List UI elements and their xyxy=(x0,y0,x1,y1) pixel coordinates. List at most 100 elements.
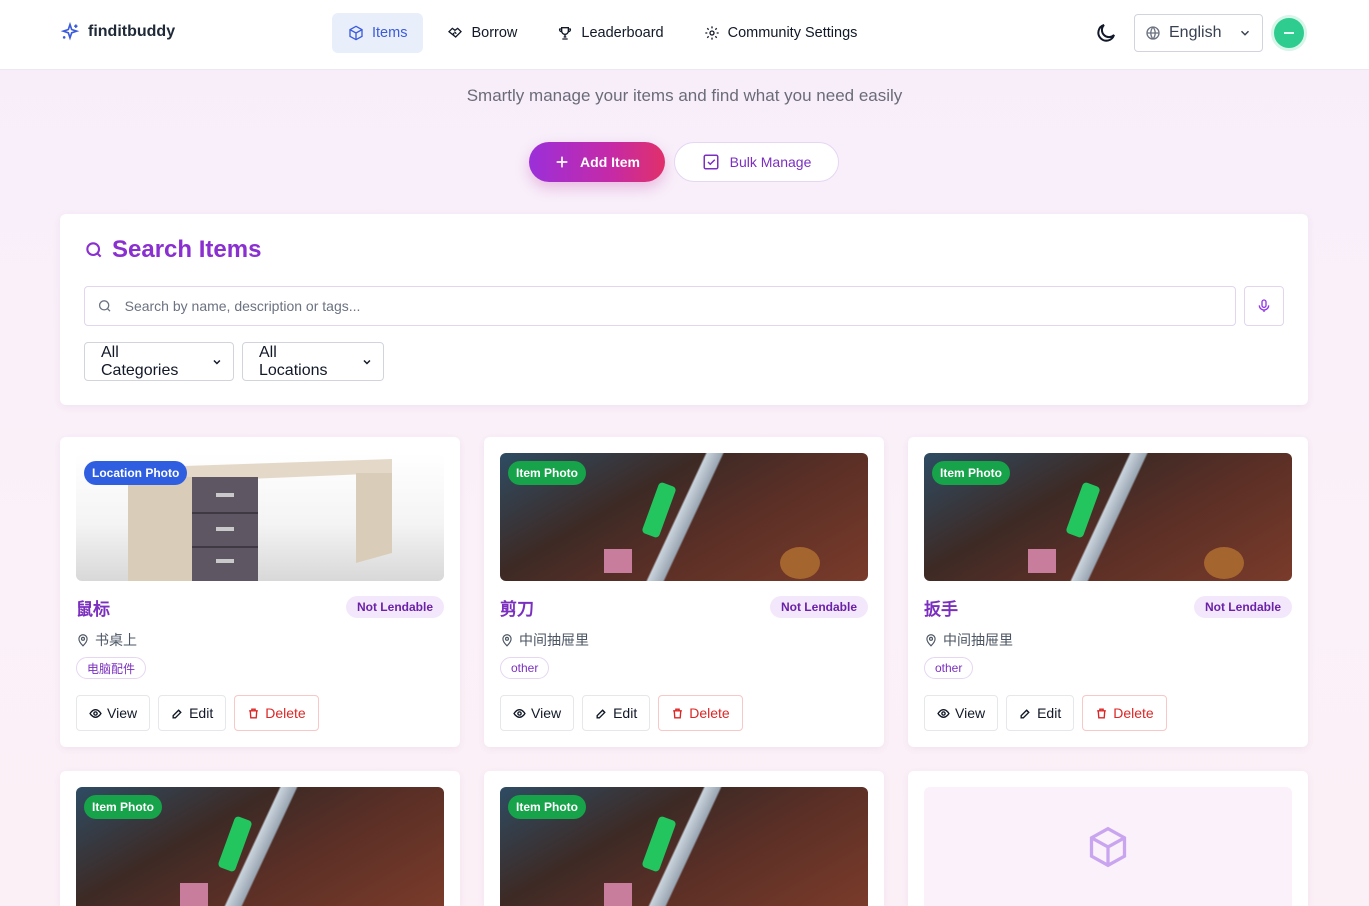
item-location-text: 书桌上 xyxy=(95,632,137,648)
nav-community-settings[interactable]: Community Settings xyxy=(688,13,874,53)
item-name: 扳手 xyxy=(924,600,958,619)
main-nav: Items Borrow Leaderboard Community Setti… xyxy=(332,13,881,53)
location-photo[interactable]: Location Photo xyxy=(76,453,444,581)
chevron-down-icon xyxy=(213,359,221,365)
item-photo-badge: Item Photo xyxy=(84,795,162,819)
chevron-down-icon xyxy=(1240,30,1250,36)
location-photo-badge: Location Photo xyxy=(84,461,188,485)
location-value: All Locations xyxy=(259,343,328,379)
primary-actions: Add Item Bulk Manage xyxy=(529,142,839,182)
trophy-icon xyxy=(559,27,572,40)
view-button[interactable]: View xyxy=(500,695,575,731)
add-item-label: Add Item xyxy=(580,154,640,170)
language-value: English xyxy=(1169,24,1222,41)
cube-icon xyxy=(1089,826,1127,867)
nav-community-settings-label: Community Settings xyxy=(727,25,858,41)
map-pin-icon xyxy=(78,634,88,647)
item-tag[interactable]: other xyxy=(500,657,550,679)
item-card xyxy=(908,771,1308,906)
gear-icon xyxy=(704,26,719,40)
search-input[interactable] xyxy=(124,298,1223,314)
nav-borrow[interactable]: Borrow xyxy=(431,13,533,53)
page-subtitle: Smartly manage your items and find what … xyxy=(466,86,903,105)
edit-icon xyxy=(596,708,606,719)
item-name: 鼠标 xyxy=(76,600,110,619)
card-actions: View Edit Delete xyxy=(500,695,743,731)
eye-icon xyxy=(89,708,102,718)
top-navbar: finditbuddy Items Borrow Leaderboard Com… xyxy=(0,0,1369,70)
globe-icon xyxy=(1146,26,1160,40)
item-tag[interactable]: 电脑配件 xyxy=(76,657,147,679)
microphone-icon xyxy=(1258,299,1270,312)
delete-label: Delete xyxy=(265,705,306,721)
checkbox-icon xyxy=(703,154,719,170)
search-field xyxy=(84,286,1236,326)
nav-items[interactable]: Items xyxy=(332,13,424,53)
moon-icon[interactable] xyxy=(1094,21,1118,45)
bulk-manage-label: Bulk Manage xyxy=(729,154,812,170)
cube-icon xyxy=(349,25,363,41)
edit-button[interactable]: Edit xyxy=(582,695,651,731)
nav-leaderboard-label: Leaderboard xyxy=(581,25,664,41)
item-tag[interactable]: other xyxy=(924,657,974,679)
view-label: View xyxy=(531,705,562,721)
item-name: 剪刀 xyxy=(500,600,534,619)
eye-icon xyxy=(513,708,526,718)
view-label: View xyxy=(955,705,986,721)
location-select[interactable]: All Locations xyxy=(242,342,384,381)
edit-label: Edit xyxy=(189,705,214,721)
item-card: Item Photo 剪刀 Not Lendable 中间抽屉里 other V… xyxy=(484,437,884,747)
item-location-text: 中间抽屉里 xyxy=(943,632,1013,648)
item-card: Item Photo 扳手 Not Lendable 中间抽屉里 other V… xyxy=(908,437,1308,747)
item-photo[interactable]: Item Photo xyxy=(500,787,868,906)
add-item-button[interactable]: Add Item xyxy=(529,142,665,182)
item-photo[interactable]: Item Photo xyxy=(76,787,444,906)
voice-search-button[interactable] xyxy=(1244,286,1284,326)
item-photo[interactable]: Item Photo xyxy=(924,453,1292,581)
sparkle-icon xyxy=(60,22,80,41)
nav-items-label: Items xyxy=(372,25,408,41)
chevron-down-icon xyxy=(363,359,371,365)
bulk-manage-button[interactable]: Bulk Manage xyxy=(674,142,839,182)
nav-leaderboard[interactable]: Leaderboard xyxy=(541,13,679,53)
view-button[interactable]: View xyxy=(76,695,151,731)
view-button[interactable]: View xyxy=(924,695,999,731)
edit-label: Edit xyxy=(1037,705,1062,721)
brand-logo[interactable]: finditbuddy xyxy=(60,22,175,42)
item-location: 书桌上 xyxy=(76,630,137,650)
item-photo-badge: Item Photo xyxy=(508,795,586,819)
eye-icon xyxy=(937,708,950,718)
handshake-icon xyxy=(448,27,463,38)
search-icon xyxy=(86,242,102,258)
brand-name: finditbuddy xyxy=(88,23,176,40)
category-select[interactable]: All Categories xyxy=(84,342,234,381)
search-card: Search Items All Categories All Location… xyxy=(60,214,1308,405)
item-location: 中间抽屉里 xyxy=(500,630,589,650)
user-avatar[interactable] xyxy=(1271,15,1307,51)
nav-borrow-label: Borrow xyxy=(471,25,518,41)
category-value: All Categories xyxy=(101,343,179,379)
edit-button[interactable]: Edit xyxy=(1006,695,1075,731)
edit-icon xyxy=(1020,708,1030,719)
language-select[interactable]: English xyxy=(1134,14,1263,52)
search-title: Search Items xyxy=(112,236,262,263)
delete-label: Delete xyxy=(689,705,730,721)
map-pin-icon xyxy=(926,634,936,647)
lendable-badge: Not Lendable xyxy=(769,596,868,618)
edit-icon xyxy=(172,708,182,719)
delete-button[interactable]: Delete xyxy=(658,695,743,731)
trash-icon xyxy=(249,707,259,719)
item-photo[interactable]: Item Photo xyxy=(500,453,868,581)
item-photo-badge: Item Photo xyxy=(932,461,1010,485)
item-card: Location Photo 鼠标 Not Lendable 书桌上 电脑配件 … xyxy=(60,437,460,747)
map-pin-icon xyxy=(502,634,512,647)
view-label: View xyxy=(107,705,138,721)
trash-icon xyxy=(1097,707,1107,719)
item-location-text: 中间抽屉里 xyxy=(519,632,589,648)
photo-placeholder xyxy=(924,787,1292,906)
edit-button[interactable]: Edit xyxy=(158,695,227,731)
item-location: 中间抽屉里 xyxy=(924,630,1013,650)
search-icon xyxy=(98,300,111,312)
delete-button[interactable]: Delete xyxy=(234,695,319,731)
delete-button[interactable]: Delete xyxy=(1082,695,1167,731)
